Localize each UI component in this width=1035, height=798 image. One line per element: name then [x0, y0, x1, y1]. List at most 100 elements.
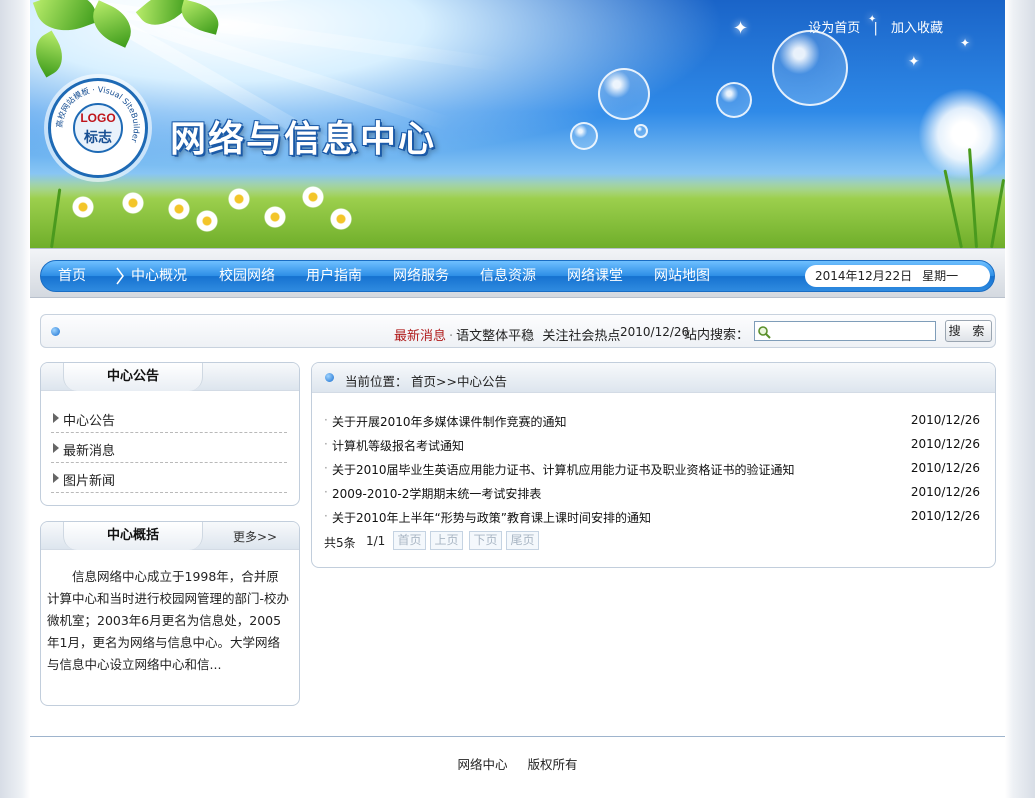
- sparkle-icon: ✦: [733, 18, 749, 39]
- daisy-decoration: [264, 206, 286, 228]
- bullet-icon: ·: [324, 413, 328, 427]
- bullet-icon: ·: [324, 461, 328, 475]
- breadcrumb-label: 当前位置：: [345, 374, 408, 389]
- logo-text-top: LOGO: [80, 111, 116, 125]
- article-row[interactable]: · 2009-2010-2学期期末统一考试安排表 2010/12/26: [324, 481, 980, 505]
- nav-item-overview[interactable]: 中心概况: [131, 261, 187, 291]
- article-title[interactable]: 2009-2010-2学期期末统一考试安排表: [332, 485, 541, 502]
- article-title[interactable]: 计算机等级报名考试通知: [332, 437, 464, 454]
- sparkle-icon: ✦: [960, 36, 971, 50]
- search-label: 站内搜索：: [684, 328, 750, 343]
- article-row[interactable]: · 计算机等级报名考试通知 2010/12/26: [324, 433, 980, 457]
- article-list-panel: 当前位置： 首页>>中心公告 · 关于开展2010年多媒体课件制作竞赛的通知 2…: [311, 362, 996, 568]
- footer-org: 网络中心: [457, 757, 508, 772]
- set-homepage-link[interactable]: 设为首页: [808, 21, 860, 36]
- intro-panel-title: 中心概括: [63, 522, 203, 550]
- daisy-decoration: [196, 210, 218, 232]
- next-page-button[interactable]: 下页: [469, 531, 502, 550]
- news-date: 2010/12/26: [620, 325, 690, 339]
- breadcrumb-path[interactable]: 首页>>中心公告: [411, 371, 507, 390]
- more-link[interactable]: 更多>>: [233, 528, 277, 545]
- triangle-right-icon: [53, 473, 59, 483]
- bullet-icon: ·: [449, 329, 454, 344]
- nav-item-user-guide[interactable]: 用户指南: [306, 261, 362, 291]
- prev-page-button[interactable]: 上页: [430, 531, 463, 550]
- pagination-page: 1/1: [366, 534, 386, 548]
- current-weekday: 星期一: [922, 269, 959, 283]
- article-title[interactable]: 关于2010届毕业生英语应用能力证书、计算机应用能力证书及职业资格证书的验证通知: [332, 461, 795, 478]
- intro-panel-header: 中心概括 更多>>: [41, 522, 299, 550]
- bullet-icon: ·: [324, 485, 328, 499]
- bullet-icon: [325, 373, 334, 382]
- add-favorite-link[interactable]: 加入收藏: [891, 21, 943, 36]
- date-display: 2014年12月22日 星期一: [805, 265, 990, 287]
- dandelion-decoration: [918, 88, 1005, 180]
- sidebar-item-photo-news[interactable]: 图片新闻: [51, 463, 287, 493]
- sidebar-item-latest-news[interactable]: 最新消息: [51, 433, 287, 463]
- search-input[interactable]: [754, 321, 936, 341]
- main-nav-bar: 首页 中心概况 校园网络 用户指南 网络服务 信息资源 网络课堂 网站地图 20…: [30, 248, 1005, 298]
- current-date: 2014年12月22日: [815, 269, 913, 283]
- top-link-separator: |: [873, 21, 878, 36]
- triangle-right-icon: [53, 443, 59, 453]
- sidebar-item-notice[interactable]: 中心公告: [51, 403, 287, 433]
- daisy-decoration: [122, 192, 144, 214]
- nav-item-network-classroom[interactable]: 网络课堂: [567, 261, 623, 291]
- bubble-decoration: [598, 68, 650, 120]
- grass-blade: [943, 169, 963, 248]
- grass-blade: [990, 178, 1005, 248]
- latest-news-label: 最新消息: [394, 329, 447, 344]
- article-title[interactable]: 关于开展2010年多媒体课件制作竞赛的通知: [332, 413, 567, 430]
- logo[interactable]: 高校网站模板 · Visual SiteBuilder LOGO 标志: [48, 78, 148, 178]
- header-banner: ✦ ✦ ✦ ✦ 高校网站模板 · Visual SiteBuilder LOGO: [30, 0, 1005, 248]
- daisy-decoration: [168, 198, 190, 220]
- nav-item-sitemap[interactable]: 网站地图: [654, 261, 710, 291]
- chevron-right-icon: [116, 267, 124, 285]
- article-row[interactable]: · 关于2010届毕业生英语应用能力证书、计算机应用能力证书及职业资格证书的验证…: [324, 457, 980, 481]
- logo-text-bottom: 标志: [84, 130, 112, 146]
- daisy-decoration: [228, 188, 250, 210]
- nav-item-home[interactable]: 首页: [58, 261, 86, 291]
- top-links: 设为首页 | 加入收藏: [808, 17, 943, 36]
- daisy-decoration: [330, 208, 352, 230]
- news-ticker-item[interactable]: 关注社会热点: [542, 329, 620, 344]
- news-ticker-item[interactable]: 语文整体平稳: [456, 329, 534, 344]
- nav-item-network-services[interactable]: 网络服务: [393, 261, 449, 291]
- nav-item-info-resources[interactable]: 信息资源: [480, 261, 536, 291]
- footer-copyright: 版权所有: [527, 757, 578, 772]
- article-date: 2010/12/26: [910, 413, 980, 427]
- grass-blade: [50, 188, 62, 248]
- footer-divider: [30, 736, 1005, 737]
- bubble-decoration: [716, 82, 752, 118]
- sidebar-item-label: 中心公告: [63, 414, 116, 429]
- article-date: 2010/12/26: [910, 485, 980, 499]
- intro-panel: 中心概括 更多>> 信息网络中心成立于1998年，合并原计算中心和当时进行校园网…: [40, 521, 300, 706]
- first-page-button[interactable]: 首页: [393, 531, 426, 550]
- breadcrumb: 当前位置： 首页>>中心公告: [312, 363, 995, 393]
- last-page-button[interactable]: 尾页: [506, 531, 539, 550]
- intro-text: 信息网络中心成立于1998年，合并原计算中心和当时进行校园网管理的部门-校办微机…: [47, 569, 290, 672]
- notice-panel-header: 中心公告: [41, 363, 299, 391]
- news-bar: 最新消息 · 语文整体平稳 关注社会热点 2010/12/26 站内搜索： 搜 索: [40, 314, 996, 348]
- article-row[interactable]: · 关于2010年上半年“形势与政策”教育课上课时间安排的通知 2010/12/…: [324, 505, 980, 529]
- logo-inner: LOGO 标志: [73, 103, 123, 153]
- sidebar-item-label: 最新消息: [63, 444, 116, 459]
- search-button[interactable]: 搜 索: [945, 320, 992, 342]
- bullet-icon: [51, 327, 60, 336]
- sparkle-icon: ✦: [908, 54, 920, 70]
- page-container: ✦ ✦ ✦ ✦ 高校网站模板 · Visual SiteBuilder LOGO: [30, 0, 1005, 798]
- search-icon: [758, 326, 771, 339]
- article-date: 2010/12/26: [910, 509, 980, 523]
- notice-panel-title: 中心公告: [63, 363, 203, 391]
- notice-panel: 中心公告 中心公告 最新消息 图片新闻: [40, 362, 300, 506]
- main-nav: 首页 中心概况 校园网络 用户指南 网络服务 信息资源 网络课堂 网站地图 20…: [40, 260, 995, 292]
- leaf-decoration: [30, 30, 71, 78]
- article-row[interactable]: · 关于开展2010年多媒体课件制作竞赛的通知 2010/12/26: [324, 409, 980, 433]
- bubble-decoration: [570, 122, 598, 150]
- sidebar-item-label: 图片新闻: [63, 474, 116, 489]
- daisy-decoration: [302, 186, 324, 208]
- footer: 网络中心 版权所有: [30, 754, 1005, 773]
- article-title[interactable]: 关于2010年上半年“形势与政策”教育课上课时间安排的通知: [332, 509, 651, 526]
- nav-item-campus-network[interactable]: 校园网络: [219, 261, 275, 291]
- pagination-total: 共5条: [324, 536, 356, 550]
